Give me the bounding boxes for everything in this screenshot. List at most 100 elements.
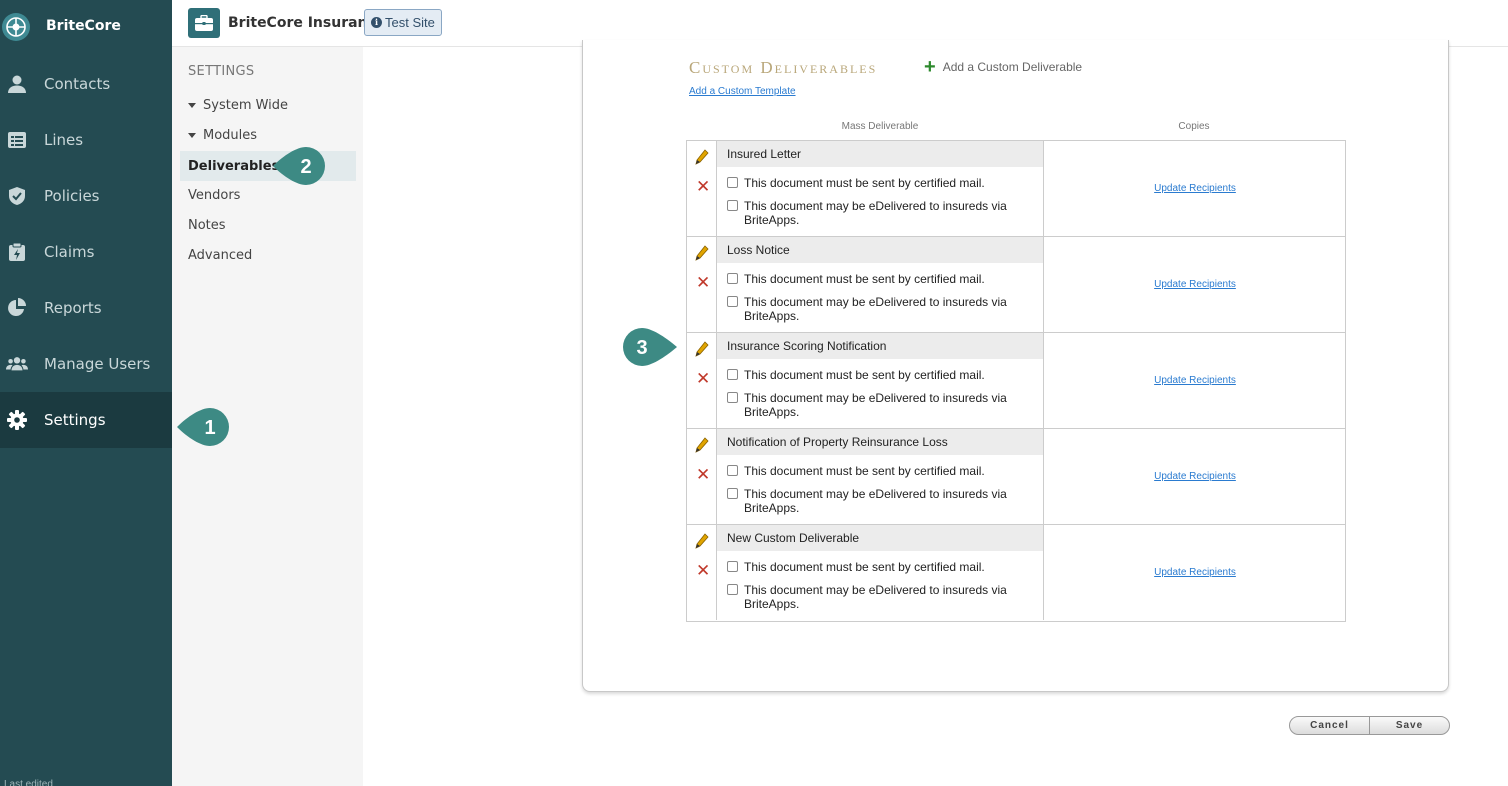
pie-chart-icon [6, 297, 28, 319]
delete-icon[interactable]: ✕ [696, 467, 710, 484]
edelivery-checkbox[interactable] [727, 584, 738, 595]
nav-label: Claims [44, 243, 95, 261]
shield-icon [6, 185, 28, 207]
cancel-button[interactable]: Cancel [1289, 716, 1370, 735]
certified-mail-checkbox[interactable] [727, 465, 738, 476]
nav-label: Settings [44, 411, 106, 429]
row-actions: ✕ [687, 333, 717, 428]
settings-section-title: SETTINGS [188, 64, 255, 79]
copies-cell: Update Recipients [1044, 237, 1346, 332]
nav-label: Contacts [44, 75, 111, 93]
sidebar-item-label: Advanced [188, 247, 253, 263]
pencil-icon[interactable] [695, 149, 709, 165]
deliverable-name: New Custom Deliverable [717, 525, 1043, 551]
nav-footer-text: Last edited [4, 779, 53, 786]
company-title: BriteCore Insurance [228, 15, 386, 31]
pencil-icon[interactable] [695, 341, 709, 357]
update-recipients-link[interactable]: Update Recipients [1154, 567, 1236, 578]
nav-item-contacts[interactable]: Contacts [0, 56, 172, 112]
table-row: ✕ Insurance Scoring Notification This do… [687, 333, 1345, 429]
option-label: This document may be eDelivered to insur… [744, 487, 1007, 515]
edelivery-checkbox[interactable] [727, 392, 738, 403]
update-recipients-link[interactable]: Update Recipients [1154, 471, 1236, 482]
deliverable-name: Insured Letter [717, 141, 1043, 167]
deliverables-table: ✕ Insured Letter This document must be s… [686, 140, 1346, 622]
delete-icon[interactable]: ✕ [696, 371, 710, 388]
site-badge-label: Test Site [385, 15, 435, 30]
nav-label: Manage Users [44, 355, 151, 373]
certified-mail-checkbox[interactable] [727, 561, 738, 572]
edelivery-checkbox[interactable] [727, 296, 738, 307]
delete-icon[interactable]: ✕ [696, 275, 710, 292]
delete-icon[interactable]: ✕ [696, 563, 710, 580]
briefcase-icon [188, 8, 220, 38]
nav-label: Policies [44, 187, 100, 205]
update-recipients-link[interactable]: Update Recipients [1154, 375, 1236, 386]
nav-item-lines[interactable]: Lines [0, 112, 172, 168]
add-custom-template-link[interactable]: Add a Custom Template [689, 86, 796, 97]
mass-deliverable-cell: Insurance Scoring Notification This docu… [717, 333, 1044, 428]
callout-marker-2: 2 [273, 147, 325, 185]
brand[interactable]: BriteCore [0, 0, 172, 54]
info-icon: i [371, 17, 382, 28]
list-icon [6, 129, 28, 151]
app-navigation: BriteCore Contacts Lines Policies Claims… [0, 0, 172, 786]
copies-cell: Update Recipients [1044, 525, 1346, 620]
table-row: ✕ Notification of Property Reinsurance L… [687, 429, 1345, 525]
edelivery-option: This document may be eDelivered to insur… [727, 583, 1027, 611]
nav-item-policies[interactable]: Policies [0, 168, 172, 224]
sidebar-item-system-wide[interactable]: System Wide [180, 90, 356, 120]
table-row: ✕ Insured Letter This document must be s… [687, 141, 1345, 237]
callout-number: 2 [300, 156, 311, 178]
pencil-icon[interactable] [695, 245, 709, 261]
copies-cell: Update Recipients [1044, 333, 1346, 428]
copies-cell: Update Recipients [1044, 141, 1346, 236]
sidebar-item-notes[interactable]: Notes [180, 210, 356, 240]
clipboard-icon [6, 241, 28, 263]
brand-name: BriteCore [46, 18, 121, 34]
certified-mail-option: This document must be sent by certified … [727, 464, 985, 478]
option-label: This document must be sent by certified … [744, 560, 985, 574]
test-site-badge[interactable]: i Test Site [364, 9, 442, 36]
sidebar-item-label: System Wide [203, 97, 289, 113]
save-button[interactable]: Save [1369, 716, 1450, 735]
sidebar-item-vendors[interactable]: Vendors [180, 180, 356, 210]
mass-deliverable-cell: Insured Letter This document must be sen… [717, 141, 1044, 236]
update-recipients-link[interactable]: Update Recipients [1154, 183, 1236, 194]
update-recipients-link[interactable]: Update Recipients [1154, 279, 1236, 290]
pencil-icon[interactable] [695, 533, 709, 549]
nav-item-reports[interactable]: Reports [0, 280, 172, 336]
sidebar-item-advanced[interactable]: Advanced [180, 240, 356, 270]
option-label: This document may be eDelivered to insur… [744, 391, 1007, 419]
pencil-icon[interactable] [695, 437, 709, 453]
certified-mail-option: This document must be sent by certified … [727, 560, 985, 574]
sidebar-item-label: Modules [203, 127, 258, 143]
edelivery-checkbox[interactable] [727, 200, 738, 211]
caret-down-icon [188, 102, 196, 108]
edelivery-checkbox[interactable] [727, 488, 738, 499]
add-custom-deliverable-label: Add a Custom Deliverable [942, 60, 1083, 74]
row-actions: ✕ [687, 429, 717, 524]
sidebar-item-modules[interactable]: Modules [180, 120, 356, 150]
row-actions: ✕ [687, 237, 717, 332]
column-header-mass-deliverable: Mass Deliverable [841, 121, 919, 132]
certified-mail-option: This document must be sent by certified … [727, 272, 985, 286]
certified-mail-option: This document must be sent by certified … [727, 176, 985, 190]
edelivery-option: This document may be eDelivered to insur… [727, 199, 1027, 227]
certified-mail-checkbox[interactable] [727, 177, 738, 188]
mass-deliverable-cell: Loss Notice This document must be sent b… [717, 237, 1044, 332]
table-row: ✕ Loss Notice This document must be sent… [687, 237, 1345, 333]
option-label: This document may be eDelivered to insur… [744, 583, 1007, 611]
nav-item-settings[interactable]: Settings [0, 392, 172, 448]
option-label: This document must be sent by certified … [744, 272, 985, 286]
nav-item-claims[interactable]: Claims [0, 224, 172, 280]
page-title: Custom Deliverables [689, 58, 878, 77]
add-custom-deliverable-button[interactable]: + Add a Custom Deliverable [924, 57, 1083, 77]
caret-down-icon [188, 132, 196, 138]
certified-mail-checkbox[interactable] [727, 273, 738, 284]
sidebar-item-deliverables[interactable]: Deliverables [180, 151, 356, 181]
sidebar-item-label: Deliverables [188, 158, 280, 174]
nav-item-manage-users[interactable]: Manage Users [0, 336, 172, 392]
certified-mail-checkbox[interactable] [727, 369, 738, 380]
delete-icon[interactable]: ✕ [696, 179, 710, 196]
